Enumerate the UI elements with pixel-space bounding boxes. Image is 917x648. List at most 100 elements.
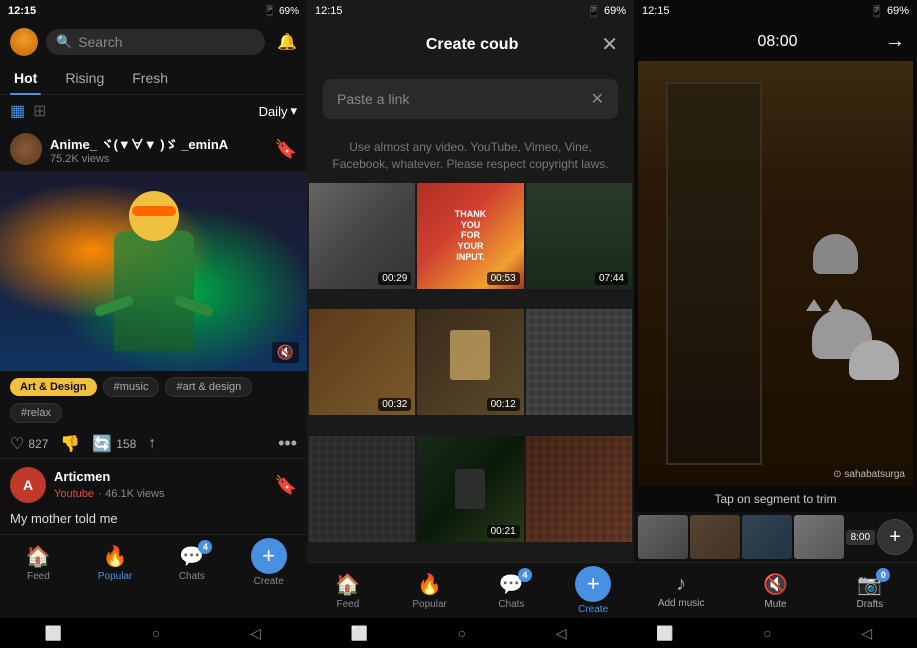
video-thumb-5[interactable]: 00:12 [417,309,523,415]
left-status-bar: 12:15 📱 69% [0,0,307,22]
nav-popular[interactable]: 🔥 Popular [77,544,154,582]
next-arrow-icon[interactable]: → [885,30,905,53]
close-icon[interactable]: ✕ [601,32,618,57]
circle-button[interactable]: ○ [152,625,160,641]
fire-icon: 🔥 [103,544,128,569]
film-frame-2[interactable] [690,515,740,559]
drafts-badge-wrap: 📷 0 [857,572,882,597]
search-input[interactable]: 🔍 Search [46,29,265,55]
volume-icon[interactable]: 🔇 [272,342,299,363]
create-button[interactable]: + [251,538,287,574]
video-thumb-3[interactable]: 07:44 [526,183,632,289]
thumb-bg-6 [526,309,632,415]
video-bg [638,61,913,486]
film-add-button[interactable]: + [877,519,913,555]
chats-badge: 4 [198,540,212,554]
tag-music[interactable]: #music [103,377,160,397]
nav-create[interactable]: + Create [230,538,307,587]
nav-popular-label: Popular [98,571,132,582]
tag-artdesign[interactable]: #art & design [165,377,252,397]
left-bottom-nav: 🏠 Feed 🔥 Popular 💬 4 Chats + Create [0,534,307,590]
notification-icon[interactable]: 🔔 [277,32,297,52]
back-button-2[interactable]: ◁ [556,625,567,642]
tab-rising[interactable]: Rising [61,62,108,94]
nav-feed[interactable]: 🏠 Feed [0,544,77,582]
post2-source: Youtube [54,488,94,500]
square-button-3[interactable]: ⬜ [656,625,673,642]
post2-section: A Articmen Youtube · 46.1K views 🔖 [0,458,307,511]
center-nav-popular[interactable]: 🔥 Popular [389,572,471,610]
modal-header: Create coub ✕ [307,22,634,67]
center-create-button[interactable]: + [575,566,611,602]
dislike-icon: 👎 [60,434,80,454]
chevron-down-icon: ▾ [290,103,297,119]
nav-chats[interactable]: 💬 4 Chats [154,544,231,582]
post2-bookmark-icon[interactable]: 🔖 [275,475,297,496]
circle-button-3[interactable]: ○ [763,625,771,641]
right-header: 08:00 → [634,22,917,61]
mute-button[interactable]: 🔇 Mute [728,572,822,610]
video-thumb-8[interactable]: 00:21 [417,436,523,542]
share-button[interactable]: ↑ [148,435,156,453]
video-thumb-4[interactable]: 00:32 [309,309,415,415]
search-bar: 🔍 Search 🔔 [0,22,307,62]
more-options-icon[interactable]: ••• [278,433,297,454]
video-grid: 00:29 THANK YOUFORYOUR INPUT. 00:53 07:4… [307,181,634,562]
list-view-icon[interactable]: ▦ [10,101,25,121]
video-thumb-6[interactable] [526,309,632,415]
post2-avatar[interactable]: A [10,467,46,503]
watermark: ⊙ sahabatsurga [833,469,905,480]
film-frame-4[interactable] [794,515,844,559]
video-thumb-2[interactable]: THANK YOUFORYOUR INPUT. 00:53 [417,183,523,289]
paste-link-area: Paste a link ✕ [307,67,634,131]
video-thumb-1[interactable]: 00:29 [309,183,415,289]
video-preview[interactable]: ⊙ sahabatsurga [638,61,913,486]
back-button-3[interactable]: ◁ [861,625,872,642]
nav-feed-label: Feed [27,571,50,582]
video-thumb-7[interactable] [309,436,415,542]
center-nav-create[interactable]: + Create [552,566,634,615]
nav-create-label: Create [254,576,284,587]
search-placeholder: Search [78,34,122,50]
like-count: 827 [28,437,48,451]
grid-view-icon[interactable]: ⊞ [33,101,46,121]
daily-filter-button[interactable]: Daily ▾ [259,103,297,119]
circle-button-2[interactable]: ○ [458,625,466,641]
film-frame-3[interactable] [742,515,792,559]
dislike-button[interactable]: 👎 [60,434,80,454]
video-duration: 08:00 [757,33,797,51]
drafts-button[interactable]: 📷 0 Drafts [823,572,917,610]
tags-row: Art & Design #music #art & design #relax [0,371,307,429]
square-button-2[interactable]: ⬜ [350,625,367,642]
center-nav-chats[interactable]: 💬 4 Chats [471,572,553,610]
post1-avatar[interactable] [10,133,42,165]
paste-input[interactable]: Paste a link ✕ [323,79,618,119]
post1-thumbnail[interactable]: 🔇 [0,171,307,371]
avatar[interactable] [10,28,38,56]
nav-chats-label: Chats [179,571,205,582]
film-frame-1[interactable] [638,515,688,559]
center-status-icons: 📱 69% [587,5,626,18]
tag-primary[interactable]: Art & Design [10,378,97,396]
center-status-bar: 12:15 📱 69% [307,0,634,22]
battery-pct: 69% [279,6,299,17]
tab-fresh[interactable]: Fresh [128,62,172,94]
like-button[interactable]: ♡ 827 [10,434,48,454]
tab-hot[interactable]: Hot [10,62,41,94]
center-nav-feed[interactable]: 🏠 Feed [307,572,389,610]
right-status-icons: 📱 69% [870,5,909,18]
video-thumb-9[interactable] [526,436,632,542]
paste-clear-icon[interactable]: ✕ [591,89,604,109]
center-chats-badge-wrap: 💬 4 [499,572,524,597]
center-battery-pct: 69% [604,5,626,17]
repost-button[interactable]: 🔄 158 [92,434,136,454]
back-button[interactable]: ◁ [250,625,261,642]
tag-relax[interactable]: #relax [10,403,62,423]
bookmark-icon[interactable]: 🔖 [275,139,297,160]
right-bottom-nav: ♪ Add music 🔇 Mute 📷 0 Drafts [634,562,917,618]
search-icon: 🔍 [56,34,72,50]
center-time: 12:15 [315,5,343,17]
android-nav-bar: ⬜ ○ ◁ ⬜ ○ ◁ ⬜ ○ ◁ [0,618,917,648]
square-button[interactable]: ⬜ [45,625,62,642]
add-music-button[interactable]: ♪ Add music [634,573,728,609]
